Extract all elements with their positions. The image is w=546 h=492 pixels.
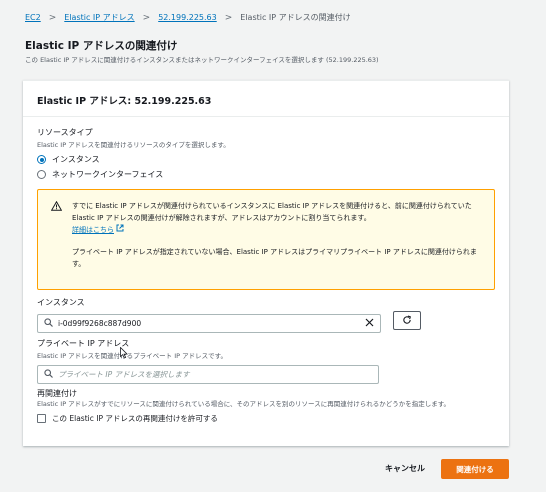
associate-button[interactable]: 関連付ける bbox=[441, 459, 509, 479]
resource-type-description: Elastic IP アドレスを関連付けるリソースのタイプを選択します。 bbox=[37, 141, 230, 149]
chevron-right-icon: > bbox=[142, 12, 151, 23]
instance-section: インスタンス i-0d99f9268c887d900 bbox=[37, 297, 381, 333]
panel-header: Elastic IP アドレス: 52.199.225.63 bbox=[23, 81, 509, 117]
radio-instance[interactable]: インスタンス bbox=[37, 152, 230, 167]
breadcrumb-elastic-ip[interactable]: Elastic IP アドレス bbox=[64, 12, 134, 23]
learn-more-link[interactable]: 詳細はこちら bbox=[72, 224, 124, 236]
resource-type-section: リソースタイプ Elastic IP アドレスを関連付けるリソースのタイプを選択… bbox=[37, 127, 230, 182]
refresh-button[interactable] bbox=[393, 311, 421, 330]
instance-label: インスタンス bbox=[37, 298, 85, 307]
private-ip-search-input[interactable]: プライベート IP アドレスを選択します bbox=[37, 365, 379, 384]
association-panel: Elastic IP アドレス: 52.199.225.63 リソースタイプ E… bbox=[23, 80, 509, 446]
instance-value: i-0d99f9268c887d900 bbox=[58, 319, 142, 328]
refresh-icon bbox=[402, 314, 412, 327]
breadcrumb-ec2[interactable]: EC2 bbox=[25, 13, 41, 22]
page-description: この Elastic IP アドレスに関連付けるインスタンスまたはネットワークイ… bbox=[25, 56, 379, 64]
reassociation-checkbox[interactable] bbox=[37, 414, 46, 423]
cancel-button[interactable]: キャンセル bbox=[385, 463, 425, 474]
reassociation-checkbox-row[interactable]: この Elastic IP アドレスの再関連付けを許可する bbox=[37, 413, 497, 424]
warning-alert: すでに Elastic IP アドレスが関連付けられているインスタンスに Ela… bbox=[37, 189, 495, 290]
page-title: Elastic IP アドレスの関連付け bbox=[25, 40, 178, 52]
radio-instance-label: インスタンス bbox=[52, 155, 100, 164]
breadcrumb: EC2 > Elastic IP アドレス > 52.199.225.63 > … bbox=[25, 12, 351, 23]
search-icon bbox=[44, 369, 53, 380]
resource-type-label: リソースタイプ bbox=[37, 128, 93, 137]
search-icon bbox=[44, 318, 53, 329]
private-ip-section: プライベート IP アドレス Elastic IP アドレスを関連付けるプライベ… bbox=[37, 338, 379, 384]
reassociation-description: Elastic IP アドレスがすでにリソースに関連付けられている場合に、そのア… bbox=[37, 400, 451, 408]
radio-network-interface[interactable]: ネットワークインターフェイス bbox=[37, 167, 230, 182]
reassociation-section: 再関連付け Elastic IP アドレスがすでにリソースに関連付けられている場… bbox=[37, 388, 497, 424]
radio-instance-button[interactable] bbox=[37, 155, 46, 164]
reassociation-label: 再関連付け bbox=[37, 389, 77, 398]
warning-text-2: プライベート IP アドレスが指定されていない場合、Elastic IP アドレ… bbox=[72, 248, 477, 268]
private-ip-label: プライベート IP アドレス bbox=[37, 339, 130, 348]
private-ip-placeholder: プライベート IP アドレスを選択します bbox=[58, 370, 190, 379]
external-link-icon bbox=[116, 224, 124, 236]
mouse-cursor-icon bbox=[120, 347, 128, 359]
instance-search-input[interactable]: i-0d99f9268c887d900 bbox=[37, 314, 381, 333]
chevron-right-icon: > bbox=[48, 12, 57, 23]
warning-icon bbox=[50, 200, 63, 215]
reassociation-checkbox-label: この Elastic IP アドレスの再関連付けを許可する bbox=[52, 414, 218, 423]
private-ip-description: Elastic IP アドレスを関連付けるプライベート IP アドレスです。 bbox=[37, 352, 227, 360]
breadcrumb-ip-address[interactable]: 52.199.225.63 bbox=[158, 13, 217, 22]
radio-network-interface-label: ネットワークインターフェイス bbox=[52, 170, 164, 179]
chevron-right-icon: > bbox=[224, 12, 233, 23]
warning-text-1: すでに Elastic IP アドレスが関連付けられているインスタンスに Ela… bbox=[72, 202, 472, 222]
clear-icon[interactable] bbox=[365, 318, 374, 329]
radio-network-interface-button[interactable] bbox=[37, 170, 46, 179]
breadcrumb-current: Elastic IP アドレスの関連付け bbox=[240, 13, 351, 22]
learn-more-label: 詳細はこちら bbox=[72, 226, 114, 234]
